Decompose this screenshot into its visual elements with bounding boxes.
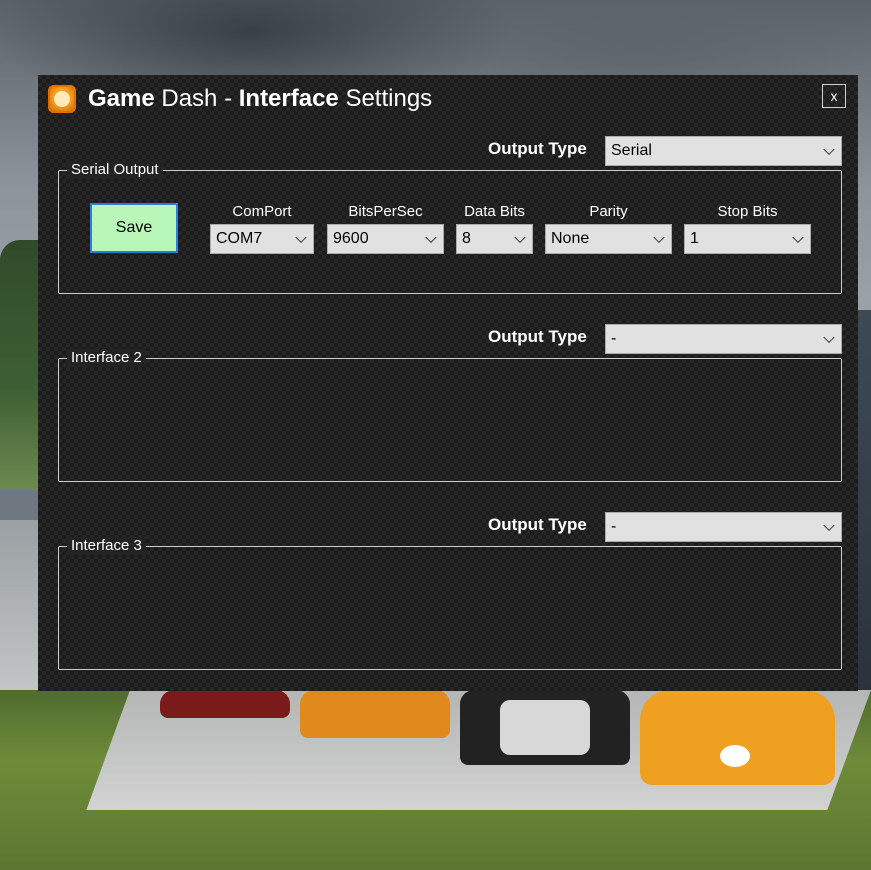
bitspersec-value: 9600 — [333, 230, 369, 247]
stop-bits-value: 1 — [690, 230, 699, 247]
parity-select[interactable]: None — [545, 224, 672, 254]
data-bits-value: 8 — [462, 230, 471, 247]
chevron-down-icon — [514, 231, 526, 244]
comport-value: COM7 — [216, 230, 263, 247]
interface-settings-window: Game Dash - Interface Settings x Output … — [38, 75, 858, 691]
chevron-down-icon — [295, 231, 307, 244]
output-type-select-2[interactable]: - — [605, 324, 842, 354]
output-type-value-3: - — [611, 518, 617, 535]
parity-label: Parity — [589, 203, 628, 220]
race-car-image — [160, 690, 290, 718]
game-dash-logo-icon — [48, 85, 76, 113]
bitspersec-label: BitsPerSec — [348, 203, 423, 220]
output-type-label-1: Output Type — [488, 139, 587, 158]
serial-output-group-label: Serial Output — [67, 161, 163, 179]
close-button[interactable]: x — [822, 84, 846, 108]
bitspersec-select[interactable]: 9600 — [327, 224, 444, 254]
output-type-value-1: Serial — [611, 142, 652, 159]
output-type-label-2: Output Type — [488, 327, 587, 346]
chevron-down-icon — [425, 231, 437, 244]
race-car-image — [460, 690, 630, 765]
comport-label: ComPort — [232, 203, 292, 220]
output-type-value-2: - — [611, 330, 617, 347]
stop-bits-label: Stop Bits — [717, 203, 778, 220]
comport-select[interactable]: COM7 — [210, 224, 314, 254]
interface-3-group: Interface 3 — [58, 537, 842, 670]
data-bits-select[interactable]: 8 — [456, 224, 533, 254]
window-title: Game Dash - Interface Settings — [88, 85, 433, 112]
chevron-down-icon — [653, 231, 665, 244]
interface-2-group: Interface 2 — [58, 349, 842, 482]
race-car-image — [640, 690, 835, 785]
output-type-label-3: Output Type — [488, 515, 587, 534]
parity-value: None — [551, 230, 590, 247]
stop-bits-select[interactable]: 1 — [684, 224, 811, 254]
chevron-down-icon — [823, 519, 835, 532]
output-type-select-3[interactable]: - — [605, 512, 842, 542]
save-button[interactable]: Save — [90, 203, 178, 253]
chevron-down-icon — [823, 331, 835, 344]
data-bits-label: Data Bits — [464, 203, 525, 220]
close-icon: x — [830, 88, 838, 104]
interface-2-group-label: Interface 2 — [67, 349, 146, 367]
race-car-image — [300, 690, 450, 738]
interface-3-group-label: Interface 3 — [67, 537, 146, 555]
title-bar: Game Dash - Interface Settings — [48, 83, 432, 115]
chevron-down-icon — [792, 231, 804, 244]
chevron-down-icon — [823, 143, 835, 156]
output-type-select-1[interactable]: Serial — [605, 136, 842, 166]
